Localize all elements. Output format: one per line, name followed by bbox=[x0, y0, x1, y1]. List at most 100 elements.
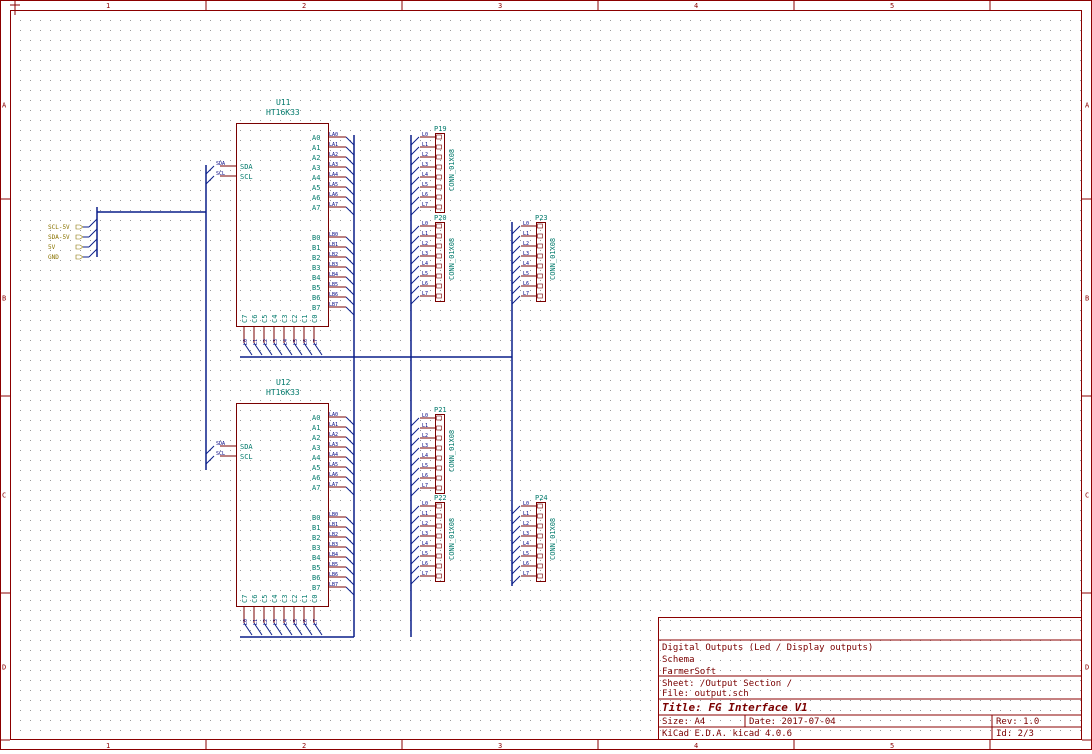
net-label: LB3 bbox=[329, 542, 338, 548]
chip-pin-name: C6 bbox=[251, 595, 259, 603]
net-label: L3 bbox=[273, 339, 279, 345]
net-label: L2 bbox=[422, 433, 428, 439]
net-label: L5 bbox=[523, 271, 529, 277]
border-row-label: C bbox=[1085, 492, 1089, 500]
chip-ref: U11 bbox=[276, 98, 291, 107]
net-label: L6 bbox=[422, 192, 428, 198]
chip-pin-name: B0 bbox=[312, 234, 320, 242]
border-col-label: 5 bbox=[890, 2, 894, 10]
chip-value: HT16K33 bbox=[266, 388, 300, 397]
net-label: LB1 bbox=[329, 522, 338, 528]
chip-pin-name: A3 bbox=[312, 444, 320, 452]
chip-pin-name: A1 bbox=[312, 144, 320, 152]
net-label: L3 bbox=[422, 162, 428, 168]
border-row-label: B bbox=[2, 295, 6, 303]
chip-ref: U12 bbox=[276, 378, 291, 387]
chip-pin-name: A0 bbox=[312, 134, 320, 142]
net-label: L1 bbox=[253, 619, 259, 625]
connector-ref: P20 bbox=[434, 214, 447, 222]
net-label: L4 bbox=[523, 261, 529, 267]
connector-value: CONN_01X08 bbox=[549, 518, 557, 560]
connector-ref: P24 bbox=[535, 494, 548, 502]
net-label: LA7 bbox=[329, 482, 338, 488]
net-label: LA0 bbox=[329, 132, 338, 138]
net-label: L4 bbox=[283, 619, 289, 625]
chip-pin-name: A7 bbox=[312, 204, 320, 212]
net-label: L6 bbox=[422, 473, 428, 479]
chip-pin-name: SCL bbox=[240, 453, 253, 461]
border-row-label: B bbox=[1085, 295, 1089, 303]
net-label: LA6 bbox=[329, 192, 338, 198]
connector-ref: P21 bbox=[434, 406, 447, 414]
net-label: L0 bbox=[422, 501, 428, 507]
border-col-label: 2 bbox=[302, 2, 306, 10]
net-label: L6 bbox=[303, 619, 309, 625]
border-row-label: D bbox=[2, 664, 6, 672]
chip-pin-name: C3 bbox=[281, 595, 289, 603]
net-label: LA3 bbox=[329, 162, 338, 168]
net-label: L2 bbox=[422, 521, 428, 527]
chip-pin-name: B4 bbox=[312, 274, 320, 282]
net-label: L2 bbox=[263, 619, 269, 625]
net-label: L5 bbox=[422, 271, 428, 277]
net-label: LB5 bbox=[329, 282, 338, 288]
border-col-label: 3 bbox=[498, 2, 502, 10]
chip-pin-name: SCL bbox=[240, 173, 253, 181]
net-label: LA5 bbox=[329, 182, 338, 188]
net-label: LA4 bbox=[329, 172, 338, 178]
chip-pin-name: C5 bbox=[261, 315, 269, 323]
net-label: L3 bbox=[523, 251, 529, 257]
chip-pin-name: C2 bbox=[291, 595, 299, 603]
chip-pin-name: C4 bbox=[271, 315, 279, 323]
net-label: L1 bbox=[422, 142, 428, 148]
connector-value: CONN_01X08 bbox=[448, 518, 456, 560]
net-label: L0 bbox=[243, 619, 249, 625]
net-label: L4 bbox=[422, 453, 428, 459]
net-label: L1 bbox=[253, 339, 259, 345]
chip-pin-name: A6 bbox=[312, 474, 320, 482]
net-label: LB7 bbox=[329, 582, 338, 588]
net-label: LA0 bbox=[329, 412, 338, 418]
chip-pin-name: C0 bbox=[311, 595, 319, 603]
chip-pin-name: A5 bbox=[312, 464, 320, 472]
net-label: L7 bbox=[422, 291, 428, 297]
net-label: L1 bbox=[422, 231, 428, 237]
connector-value: CONN_01X08 bbox=[549, 238, 557, 280]
net-label: L1 bbox=[523, 231, 529, 237]
net-label: L1 bbox=[523, 511, 529, 517]
net-label: LB4 bbox=[329, 552, 338, 558]
chip-pin-name: C7 bbox=[241, 315, 249, 323]
net-label: SDA bbox=[216, 161, 225, 167]
tb-comment2: Schema bbox=[662, 655, 695, 665]
net-label: L6 bbox=[523, 561, 529, 567]
border-row-label: C bbox=[2, 492, 6, 500]
tb-tool: KiCad E.D.A. kicad 4.0.6 bbox=[662, 729, 793, 739]
chip-pin-name: C4 bbox=[271, 595, 279, 603]
tb-rev: Rev: 1.0 bbox=[996, 717, 1040, 727]
net-label: L3 bbox=[523, 531, 529, 537]
chip-pin-name: C0 bbox=[311, 315, 319, 323]
net-label: LA3 bbox=[329, 442, 338, 448]
net-label: LB0 bbox=[329, 512, 338, 518]
chip-pin-name: C7 bbox=[241, 595, 249, 603]
net-label: LB5 bbox=[329, 562, 338, 568]
hier-label: GND bbox=[48, 254, 59, 261]
chip-pin-name: B3 bbox=[312, 264, 320, 272]
grid bbox=[10, 10, 1082, 740]
schematic-sheet[interactable]: 1122334455A AB BC CD DSCL-5VSDA-5V5VGNDU11HT… bbox=[0, 0, 1092, 750]
chip-pin-name: A4 bbox=[312, 174, 320, 182]
schematic-canvas[interactable]: 1 1 2 2 3 3 4 4 5 5 A A B B C C D D SCL-5V SDA-5V 5V GND U11 HT… bbox=[0, 0, 1092, 750]
net-label: L6 bbox=[303, 339, 309, 345]
net-label: LA4 bbox=[329, 452, 338, 458]
net-label: LA1 bbox=[329, 142, 338, 148]
net-label: L7 bbox=[313, 339, 319, 345]
net-label: L0 bbox=[523, 501, 529, 507]
net-label: L5 bbox=[422, 182, 428, 188]
net-label: L7 bbox=[422, 202, 428, 208]
chip-pin-name: B2 bbox=[312, 534, 320, 542]
net-label: SCL bbox=[216, 171, 225, 177]
net-label: L7 bbox=[422, 483, 428, 489]
net-label: L5 bbox=[293, 339, 299, 345]
net-label: L5 bbox=[422, 551, 428, 557]
border-col-label: 4 bbox=[694, 742, 698, 750]
